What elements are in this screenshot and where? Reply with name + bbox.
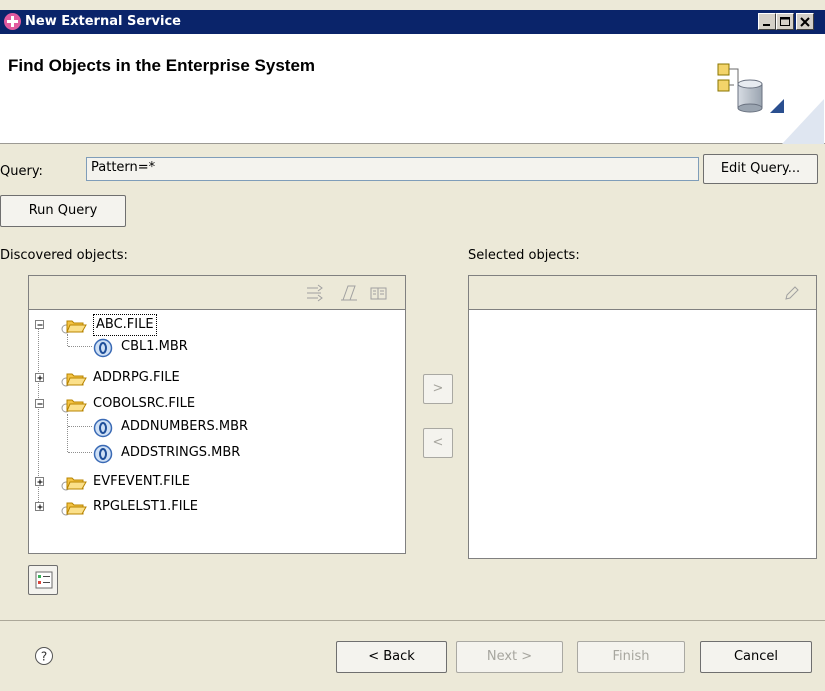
expand-icon[interactable] <box>35 502 44 511</box>
filter-icon[interactable] <box>305 284 325 302</box>
member-icon <box>93 418 113 438</box>
view-details-icon[interactable] <box>369 284 389 302</box>
discovered-objects-panel: ABC.FILE CBL1.MBR ADDRPG.FILE COBOLSRC.F… <box>28 275 406 554</box>
service-app-icon <box>4 13 21 30</box>
remove-selected-button[interactable]: < <box>423 428 453 458</box>
close-button[interactable] <box>796 13 814 30</box>
folder-open-icon <box>61 320 87 334</box>
tree-item-cbl1-mbr[interactable]: CBL1.MBR <box>29 336 399 358</box>
tree-item-label: RPGLELST1.FILE <box>93 499 199 514</box>
close-icon <box>800 17 810 27</box>
tree-item-addnumbers-mbr[interactable]: ADDNUMBERS.MBR <box>29 416 399 438</box>
collapse-icon[interactable] <box>35 320 44 329</box>
finish-button[interactable]: Finish <box>577 641 685 673</box>
tree-item-label: CBL1.MBR <box>121 339 188 354</box>
minimize-button[interactable] <box>758 13 776 30</box>
show-properties-button[interactable] <box>28 565 58 595</box>
maximize-button[interactable] <box>776 13 794 30</box>
svg-text:?: ? <box>41 650 47 664</box>
tree-item-evfevent-file[interactable]: EVFEVENT.FILE <box>29 471 399 493</box>
tree-item-addrpg-file[interactable]: ADDRPG.FILE <box>29 367 399 389</box>
back-button[interactable]: < Back <box>336 641 447 673</box>
folder-open-icon <box>61 502 87 516</box>
wizard-header: Find Objects in the Enterprise System <box>0 34 825 144</box>
expand-icon[interactable] <box>35 373 44 382</box>
tree-item-addstrings-mbr[interactable]: ADDSTRINGS.MBR <box>29 442 399 464</box>
edit-properties-icon[interactable] <box>339 284 359 302</box>
selected-toolbar <box>469 276 816 310</box>
window-title: New External Service <box>25 14 181 29</box>
run-query-button[interactable]: Run Query <box>0 195 126 227</box>
query-field[interactable]: Pattern=* <box>86 157 699 181</box>
selected-objects-label: Selected objects: <box>468 248 580 263</box>
title-bar: New External Service <box>0 10 825 34</box>
edit-query-button[interactable]: Edit Query... <box>703 154 818 184</box>
folder-open-icon <box>61 399 87 413</box>
member-icon <box>93 338 113 358</box>
next-button[interactable]: Next > <box>456 641 563 673</box>
database-wizard-icon <box>717 63 824 144</box>
footer-divider <box>0 620 825 621</box>
tree-item-label: COBOLSRC.FILE <box>93 396 196 411</box>
member-icon <box>93 444 113 464</box>
maximize-icon <box>780 17 790 26</box>
tree-item-label: ADDNUMBERS.MBR <box>121 419 249 434</box>
edit-icon[interactable] <box>783 284 801 302</box>
tree-item-label: ADDSTRINGS.MBR <box>121 445 241 460</box>
folder-open-icon <box>61 373 87 387</box>
tree-item-label: ADDRPG.FILE <box>93 370 180 385</box>
add-selected-button[interactable]: > <box>423 374 453 404</box>
list-icon <box>35 571 53 589</box>
cancel-button[interactable]: Cancel <box>700 641 812 673</box>
tree-item-label: EVFEVENT.FILE <box>93 474 190 489</box>
wizard-window: New External Service Find Objects in the… <box>0 0 825 691</box>
expand-icon[interactable] <box>35 477 44 486</box>
tree-item-rpglelst1-file[interactable]: RPGLELST1.FILE <box>29 496 399 518</box>
tree-item-abc-file[interactable]: ABC.FILE <box>29 314 399 336</box>
discovered-objects-label: Discovered objects: <box>0 248 128 263</box>
discovered-toolbar <box>29 276 405 310</box>
tree-item-cobolsrc-file[interactable]: COBOLSRC.FILE <box>29 393 399 415</box>
selected-objects-panel <box>468 275 817 559</box>
page-title: Find Objects in the Enterprise System <box>8 56 316 75</box>
tree-item-label: ABC.FILE <box>93 314 157 336</box>
minimize-icon <box>763 24 770 26</box>
help-icon[interactable]: ? <box>34 646 54 666</box>
query-label: Query: <box>0 164 43 179</box>
collapse-icon[interactable] <box>35 399 44 408</box>
folder-open-icon <box>61 477 87 491</box>
